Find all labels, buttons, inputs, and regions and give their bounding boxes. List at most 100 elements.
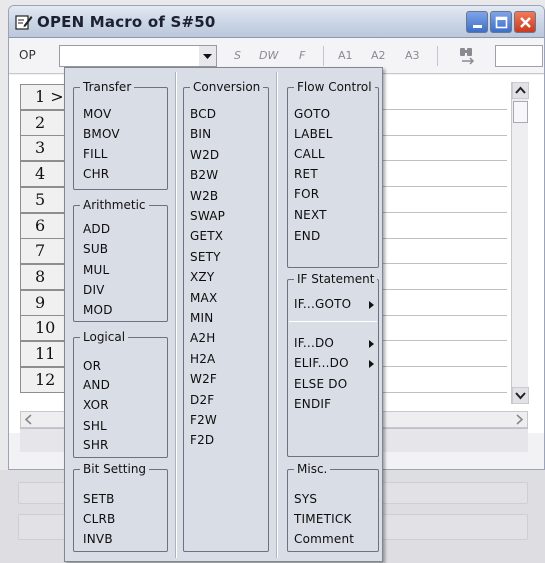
- menu-item-invb[interactable]: INVB: [83, 532, 113, 546]
- row-number[interactable]: 12: [20, 367, 66, 393]
- menu-item-clrb[interactable]: CLRB: [83, 512, 115, 526]
- menu-item-ret[interactable]: RET: [294, 167, 318, 181]
- group-bit-setting-title: Bit Setting: [83, 462, 147, 476]
- row-number[interactable]: 11: [20, 341, 66, 367]
- menu-item-f2w[interactable]: F2W: [190, 413, 217, 427]
- menu-item-goto[interactable]: GOTO: [294, 107, 330, 121]
- menu-item-h2a[interactable]: H2A: [190, 352, 215, 366]
- menu-item-setb[interactable]: SETB: [83, 492, 115, 506]
- menu-item-min[interactable]: MIN: [190, 311, 213, 325]
- menu-item-timetick[interactable]: TIMETICK: [294, 512, 352, 526]
- menu-item-div[interactable]: DIV: [83, 283, 105, 297]
- menu-item-call[interactable]: CALL: [294, 147, 325, 161]
- row-number[interactable]: 2: [20, 110, 66, 136]
- group-flow-control-title: Flow Control: [297, 80, 372, 94]
- row-number[interactable]: 1 >: [20, 84, 66, 110]
- scroll-down-icon[interactable]: [512, 387, 529, 404]
- menu-item-swap[interactable]: SWAP: [190, 209, 225, 223]
- toolbar-divider: [437, 46, 438, 66]
- menu-item-fill[interactable]: FILL: [83, 147, 108, 161]
- menu-item-endif[interactable]: ENDIF: [294, 397, 331, 411]
- menu-item-mul[interactable]: MUL: [83, 263, 109, 277]
- vertical-scrollbar[interactable]: [511, 82, 529, 404]
- maximize-button[interactable]: [490, 11, 512, 33]
- menu-item-or[interactable]: OR: [83, 359, 101, 373]
- menu-item-w2b[interactable]: W2B: [190, 189, 218, 203]
- row-number[interactable]: 6: [20, 213, 66, 239]
- scroll-thumb[interactable]: [513, 101, 528, 123]
- window-title: OPEN Macro of S#50: [37, 13, 216, 31]
- toolbar-button-s[interactable]: S: [234, 49, 241, 62]
- menu-item-if-do[interactable]: IF...DO: [294, 336, 334, 350]
- menu-item-b2w[interactable]: B2W: [190, 168, 218, 182]
- menu-item-next[interactable]: NEXT: [294, 208, 327, 222]
- menu-item-a2h[interactable]: A2H: [190, 331, 215, 345]
- menu-item-getx[interactable]: GETX: [190, 229, 223, 243]
- group-if-statement-title: IF Statement: [297, 272, 375, 286]
- menu-item-w2f[interactable]: W2F: [190, 372, 217, 386]
- op-dropdown[interactable]: [59, 45, 217, 67]
- menu-item-bcd[interactable]: BCD: [190, 107, 216, 121]
- scroll-up-icon[interactable]: [512, 82, 529, 99]
- close-icon: [520, 17, 531, 28]
- row-number[interactable]: 9: [20, 290, 66, 316]
- title-bar[interactable]: OPEN Macro of S#50: [9, 6, 544, 38]
- row-number[interactable]: 10: [20, 315, 66, 341]
- group-transfer-title: Transfer: [83, 80, 132, 94]
- group-misc-title: Misc.: [297, 462, 328, 476]
- menu-item-bin[interactable]: BIN: [190, 127, 211, 141]
- submenu-arrow-icon: [369, 340, 374, 348]
- minimize-icon: [473, 25, 482, 28]
- row-number[interactable]: 7: [20, 238, 66, 264]
- chevron-down-icon[interactable]: [199, 46, 216, 66]
- toolbar-button-a2[interactable]: A2: [371, 49, 386, 62]
- submenu-arrow-icon: [369, 301, 374, 309]
- menu-item-bmov[interactable]: BMOV: [83, 127, 120, 141]
- column-divider: [175, 72, 177, 558]
- menu-item-d2f[interactable]: D2F: [190, 393, 214, 407]
- menu-item-chr[interactable]: CHR: [83, 167, 109, 181]
- menu-item-w2d[interactable]: W2D: [190, 148, 219, 162]
- row-number[interactable]: 3: [20, 135, 66, 161]
- menu-divider: [289, 321, 377, 322]
- scroll-right-icon[interactable]: [511, 412, 527, 427]
- menu-item-xzy[interactable]: XZY: [190, 270, 214, 284]
- row-number[interactable]: 8: [20, 264, 66, 290]
- menu-item-and[interactable]: AND: [83, 378, 110, 392]
- menu-item-end[interactable]: END: [294, 229, 320, 243]
- menu-item-shl[interactable]: SHL: [83, 419, 107, 433]
- menu-item-shr[interactable]: SHR: [83, 438, 109, 452]
- menu-item-f2d[interactable]: F2D: [190, 433, 214, 447]
- group-logical-title: Logical: [83, 330, 126, 344]
- toolbar-divider: [323, 46, 324, 66]
- maximize-icon: [495, 16, 508, 29]
- menu-item-mov[interactable]: MOV: [83, 107, 111, 121]
- find-replace-icon[interactable]: [456, 46, 480, 66]
- menu-item-comment[interactable]: Comment: [294, 532, 354, 546]
- menu-item-label[interactable]: LABEL: [294, 127, 333, 141]
- menu-item-xor[interactable]: XOR: [83, 398, 109, 412]
- menu-item-elif-do[interactable]: ELIF...DO: [294, 356, 349, 370]
- menu-item-sety[interactable]: SETY: [190, 250, 221, 264]
- toolbar-button-f[interactable]: F: [299, 49, 305, 62]
- row-number[interactable]: 4: [20, 161, 66, 187]
- scroll-left-icon[interactable]: [21, 412, 37, 427]
- menu-item-add[interactable]: ADD: [83, 222, 110, 236]
- menu-item-sys[interactable]: SYS: [294, 492, 317, 506]
- toolbar-button-a3[interactable]: A3: [405, 49, 420, 62]
- op-label: OP: [19, 48, 36, 62]
- menu-item-else-do[interactable]: ELSE DO: [294, 377, 347, 391]
- menu-item-sub[interactable]: SUB: [83, 242, 108, 256]
- group-arithmetic-title: Arithmetic: [83, 198, 146, 212]
- row-number[interactable]: 5: [20, 187, 66, 213]
- toolbar-button-dw[interactable]: DW: [259, 49, 278, 62]
- menu-item-max[interactable]: MAX: [190, 291, 217, 305]
- toolbar-button-a1[interactable]: A1: [338, 49, 353, 62]
- menu-item-mod[interactable]: MOD: [83, 303, 113, 317]
- edit-icon: [15, 15, 33, 30]
- close-button[interactable]: [514, 11, 536, 33]
- minimize-button[interactable]: [466, 11, 488, 33]
- menu-item-if-goto[interactable]: IF...GOTO: [294, 297, 351, 311]
- toolbar-input[interactable]: [495, 45, 543, 67]
- menu-item-for[interactable]: FOR: [294, 187, 319, 201]
